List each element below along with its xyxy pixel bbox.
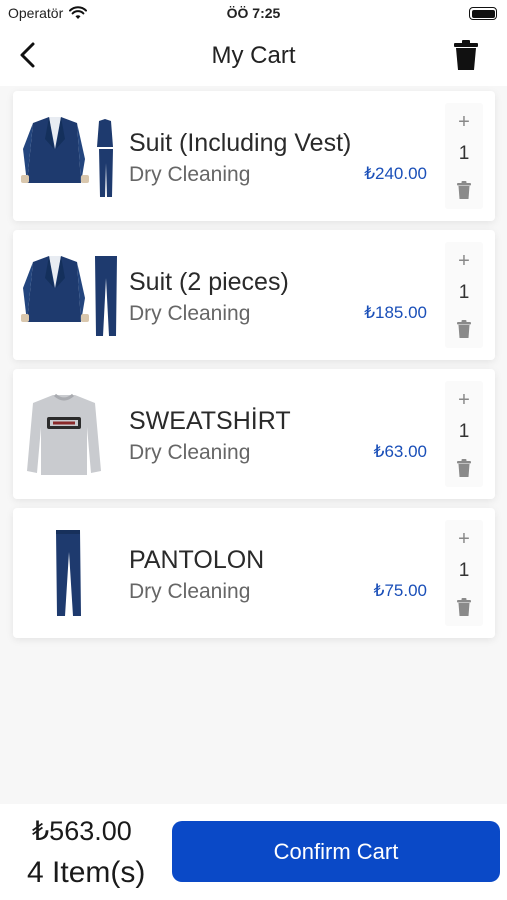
quantity-stepper: + 1: [445, 103, 483, 209]
remove-item-trash-icon[interactable]: [456, 598, 472, 616]
quantity-stepper: + 1: [445, 242, 483, 348]
remove-item-trash-icon[interactable]: [456, 320, 472, 338]
increase-quantity-button[interactable]: +: [445, 107, 483, 137]
confirm-cart-button[interactable]: Confirm Cart: [172, 821, 500, 882]
item-name: Suit (Including Vest): [129, 129, 352, 157]
two-piece-suit-icon: [21, 256, 117, 336]
item-service: Dry Cleaning: [129, 441, 251, 464]
remove-item-trash-icon[interactable]: [456, 459, 472, 477]
cart-item: Suit (2 pieces) Dry Cleaning ₺185.00 + 1: [13, 230, 495, 360]
item-name: PANTOLON: [129, 546, 265, 574]
item-price: ₺185.00: [364, 303, 427, 322]
suit-with-vest-icon: [21, 117, 113, 197]
item-name: SWEATSHİRT: [129, 407, 291, 435]
item-price: ₺75.00: [373, 581, 427, 600]
item-service: Dry Cleaning: [129, 302, 251, 325]
item-quantity: 1: [458, 282, 470, 303]
increase-quantity-button[interactable]: +: [445, 524, 483, 554]
item-price: ₺63.00: [373, 442, 427, 461]
cart-footer: ₺563.00 4 Item(s) Confirm Cart: [0, 804, 507, 900]
nav-bar: My Cart: [0, 28, 507, 86]
cart-item: PANTOLON Dry Cleaning ₺75.00 + 1: [13, 508, 495, 638]
remove-item-trash-icon[interactable]: [456, 181, 472, 199]
quantity-stepper: + 1: [445, 381, 483, 487]
page-title: My Cart: [211, 42, 296, 69]
cart-item: SWEATSHİRT Dry Cleaning ₺63.00 + 1: [13, 369, 495, 499]
increase-quantity-button[interactable]: +: [445, 246, 483, 276]
status-time: ÖÖ 7:25: [226, 5, 281, 21]
increase-quantity-button[interactable]: +: [445, 385, 483, 415]
trousers-icon: [56, 530, 81, 616]
sweatshirt-icon: [27, 393, 101, 475]
battery-icon: [469, 7, 497, 20]
clear-cart-trash-icon[interactable]: [453, 40, 479, 70]
item-service: Dry Cleaning: [129, 163, 251, 186]
item-quantity: 1: [458, 143, 470, 164]
quantity-stepper: + 1: [445, 520, 483, 626]
status-bar: Operatör ÖÖ 7:25: [0, 0, 507, 28]
item-service: Dry Cleaning: [129, 580, 251, 603]
cart-item: Suit (Including Vest) Dry Cleaning ₺240.…: [13, 91, 495, 221]
item-quantity: 1: [458, 560, 470, 581]
cart-total: ₺563.00: [32, 816, 132, 846]
item-name: Suit (2 pieces): [129, 268, 289, 296]
item-quantity: 1: [458, 421, 470, 442]
item-price: ₺240.00: [364, 164, 427, 183]
item-count: 4 Item(s): [27, 856, 146, 889]
